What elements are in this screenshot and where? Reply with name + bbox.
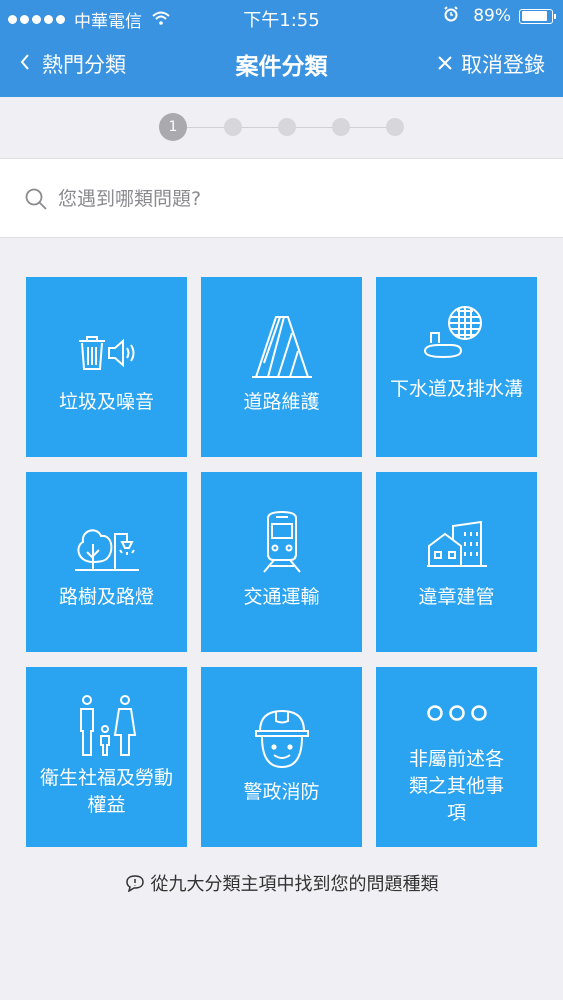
category-label: 非屬前述各類之其他事項 <box>408 748 504 824</box>
category-label: 交通運輸 <box>243 586 320 608</box>
cancel-button[interactable]: 取消登錄 <box>437 49 545 79</box>
speech-bubble-icon <box>125 875 144 892</box>
search-bar <box>0 158 563 238</box>
footer-hint: 從九大分類主項中找到您的問題種類 <box>0 870 563 896</box>
status-bar: 中華電信 下午1:55 89% <box>0 0 563 32</box>
category-label: 下水道及排水溝 <box>389 378 523 400</box>
category-label: 衛生社福及勞動權益 <box>39 767 173 816</box>
step-indicator-active: 1 <box>159 113 187 141</box>
battery-percent: 89% <box>473 6 511 26</box>
battery-fill <box>521 11 547 21</box>
search-input[interactable] <box>58 179 538 219</box>
category-label: 垃圾及噪音 <box>58 391 154 413</box>
step-indicator <box>386 118 404 136</box>
category-label: 路樹及路燈 <box>58 586 154 608</box>
chevron-left-icon <box>20 52 30 77</box>
trash-speaker-icon <box>78 336 134 370</box>
hardhat-worker-icon <box>254 709 309 769</box>
train-icon <box>262 510 301 573</box>
category-tile-sewer-drainage[interactable]: 下水道及排水溝 <box>376 277 537 457</box>
category-tile-trees-streetlights[interactable]: 路樹及路燈 <box>26 472 187 652</box>
category-label: 警政消防 <box>243 781 320 803</box>
back-button[interactable]: 熱門分類 <box>20 49 126 79</box>
category-tile-road-maintenance[interactable]: 道路維護 <box>201 277 362 457</box>
back-label: 熱門分類 <box>42 53 126 77</box>
category-tile-police-fire[interactable]: 警政消防 <box>201 667 362 847</box>
manhole-drain-icon <box>423 306 482 359</box>
category-tile-garbage-noise[interactable]: 垃圾及噪音 <box>26 277 187 457</box>
tree-streetlight-icon <box>74 529 139 571</box>
nav-bar: 熱門分類 案件分類 取消登錄 <box>0 32 563 97</box>
alarm-icon <box>443 6 459 26</box>
top-bar: 中華電信 下午1:55 89% 熱門分類 案件分類 取消登錄 <box>0 0 563 97</box>
progress-stepper: 1 <box>0 97 563 158</box>
category-tile-transportation[interactable]: 交通運輸 <box>201 472 362 652</box>
more-dots-icon <box>426 705 487 721</box>
category-tile-health-welfare-labor[interactable]: 衛生社福及勞動權益 <box>26 667 187 847</box>
step-indicator <box>224 118 242 136</box>
category-label: 違章建管 <box>418 586 495 608</box>
footer-hint-text: 從九大分類主項中找到您的問題種類 <box>150 874 439 895</box>
category-tile-other[interactable]: 非屬前述各類之其他事項 <box>376 667 537 847</box>
cancel-label: 取消登錄 <box>461 53 545 77</box>
search-icon <box>24 187 48 211</box>
step-indicator <box>332 118 350 136</box>
buildings-icon <box>426 520 487 567</box>
category-label: 道路維護 <box>243 391 320 413</box>
battery-icon <box>519 8 556 24</box>
family-icon <box>79 695 136 756</box>
step-indicator <box>278 118 296 136</box>
traffic-cone-icon <box>251 316 312 378</box>
category-tile-illegal-construction[interactable]: 違章建管 <box>376 472 537 652</box>
close-icon <box>437 52 453 77</box>
